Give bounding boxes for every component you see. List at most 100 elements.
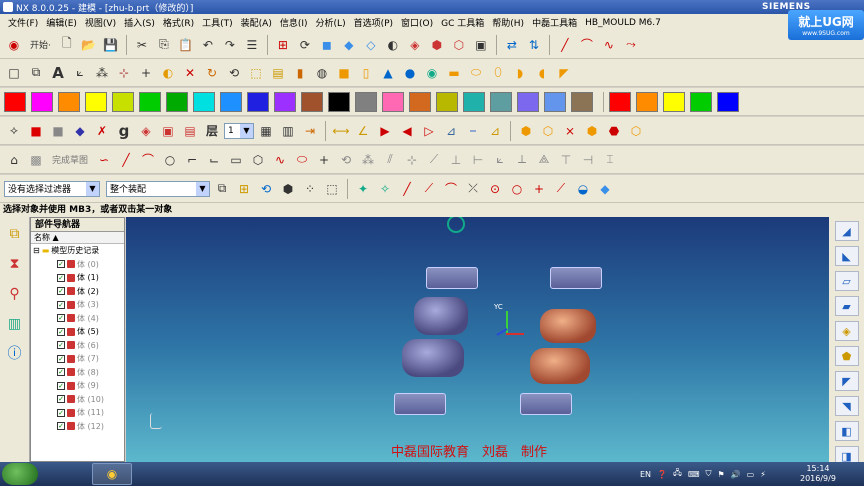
color-swatch[interactable] [409,91,431,112]
redo-icon[interactable]: ↷ [220,35,240,55]
menu-preferences[interactable]: 首选项(P) [350,16,397,29]
menu-zhonglei-toolkit[interactable]: 中磊工具箱 [528,16,581,29]
color-swatch[interactable] [247,91,269,112]
sphere-icon[interactable]: ● [400,63,420,83]
assembly-navigator-icon[interactable]: ⧉ [4,223,26,245]
wcs-dynamic-icon[interactable]: ⇅ [524,35,544,55]
menu-tools[interactable]: 工具(T) [198,16,237,29]
feature-checkbox[interactable]: ✓ [57,273,65,282]
color-swatch[interactable] [544,91,566,112]
feature-node[interactable]: ✓ 体 (7) [31,352,124,366]
dimension-icon[interactable]: ⊤ [556,150,576,170]
boss-icon[interactable]: ▬ [444,63,464,83]
face-analysis-icon[interactable]: ◈ [405,35,425,55]
chamfer-icon[interactable]: ◤ [554,63,574,83]
mirror-icon[interactable]: ▤ [268,63,288,83]
sketch-pattern-icon[interactable]: ▩ [26,150,46,170]
flag-icon[interactable]: ⚑ [717,470,724,479]
power-icon[interactable]: ⚡ [760,470,766,479]
feature-node[interactable]: ✓ 体 (0) [31,258,124,272]
bounded-grid-icon[interactable]: ◆ [595,179,615,199]
security-icon[interactable]: ⛉ [705,469,711,479]
keyboard-icon[interactable]: ⌨ [688,470,700,479]
feature-node[interactable]: ✓ 体 (4) [31,312,124,326]
selection-scope-select[interactable]: 整个装配 ▼ [106,180,210,197]
point-set-icon[interactable]: ⁂ [92,63,112,83]
mate-icon[interactable]: ⬣ [604,121,624,141]
menu-assemblies[interactable]: 装配(A) [237,16,276,29]
paste-icon[interactable]: 📋 [176,35,196,55]
sketch-line-icon[interactable]: ╱ [116,150,136,170]
circle-icon[interactable]: ○ [160,150,180,170]
feature-checkbox[interactable]: ✓ [57,354,65,363]
select-rect-icon[interactable]: □ [4,63,24,83]
pocket-icon[interactable]: ⬭ [466,63,486,83]
menu-file[interactable]: 文件(F) [4,16,42,29]
class-select-icon[interactable]: ⧉ [26,63,46,83]
control-point-icon[interactable]: ⌒ [441,179,461,199]
menu-information[interactable]: 信息(I) [276,16,312,29]
color-swatch[interactable] [636,91,658,112]
menu-gc-toolkit[interactable]: GC 工具箱 [437,16,488,29]
subtract-icon[interactable]: ▣ [158,121,178,141]
color-swatch[interactable] [139,91,161,112]
sketch-point-icon[interactable]: + [314,150,334,170]
hole-icon[interactable]: ◉ [422,63,442,83]
red-block-icon[interactable]: ■ [26,121,46,141]
auto-constraint-icon[interactable]: ⟁ [534,150,554,170]
color-swatch[interactable] [571,91,593,112]
group-icon[interactable]: g [114,121,134,141]
sketch-chamfer-icon[interactable]: ⌙ [204,150,224,170]
fillet-icon[interactable]: ⌐ [182,150,202,170]
make-corner-icon[interactable]: ⟀ [490,150,510,170]
polygon-icon[interactable]: ⬡ [248,150,268,170]
language-indicator[interactable]: EN [640,470,651,479]
undo-icon[interactable]: ↶ [198,35,218,55]
background-icon[interactable]: ▣ [471,35,491,55]
car-shell-part[interactable] [540,309,596,343]
color-swatch[interactable] [85,91,107,112]
curve-analysis-icon[interactable]: ▶ [375,121,395,141]
car-shell-part[interactable] [414,297,468,335]
delete-icon[interactable]: ✕ [180,63,200,83]
mirror-curve-icon[interactable]: ⫽ [380,150,400,170]
bounded-plane-icon[interactable]: ⬟ [834,346,859,366]
feature-node[interactable]: ✓ 体 (1) [31,271,124,285]
color-swatch[interactable] [382,91,404,112]
feature-checkbox[interactable]: ✓ [57,395,65,404]
surface-through-curves-icon[interactable]: ◢ [834,221,859,241]
mold-plate-part[interactable] [550,267,602,289]
model-history-node[interactable]: ⊟ ▬ 模型历史记录 [31,244,124,258]
wireframe-icon[interactable]: ◇ [361,35,381,55]
color-swatch[interactable] [4,91,26,112]
face-curvature-icon[interactable]: ◀ [397,121,417,141]
move-object-icon[interactable]: ⟲ [224,63,244,83]
feature-node[interactable]: ✓ 体 (2) [31,285,124,299]
transform-icon[interactable]: ↻ [202,63,222,83]
color-swatch[interactable] [490,91,512,112]
unite-icon[interactable]: ◈ [136,121,156,141]
graphics-window[interactable]: YC 中磊国际教育 刘磊 制作 [126,217,829,462]
mold-plate-part[interactable] [394,393,446,415]
selection-mode-icon[interactable]: ⬚ [322,179,342,199]
feature-checkbox[interactable]: ✓ [57,341,65,350]
new-file-icon[interactable]: 🗋 [57,35,77,55]
color-swatch[interactable] [220,91,242,112]
rotate-view-icon[interactable]: ⟳ [295,35,315,55]
color-swatch[interactable] [31,91,53,112]
feature-node[interactable]: ✓ 体 (6) [31,339,124,353]
nx-start-icon[interactable]: ◉ [4,35,24,55]
feature-node[interactable]: ✓ 体 (5) [31,325,124,339]
command-list-icon[interactable]: ☰ [242,35,262,55]
feature-node[interactable]: ✓ 体 (11) [31,406,124,420]
color-swatch[interactable] [609,91,631,112]
start-menu-button[interactable]: 开始· [26,35,55,55]
quick-extend-icon[interactable]: ⊢ [468,150,488,170]
reflection-icon[interactable]: ▷ [419,121,439,141]
snap-point-on-icon[interactable]: ✧ [375,179,395,199]
color-swatch[interactable] [112,91,134,112]
existing-point-icon[interactable]: + [529,179,549,199]
feature-checkbox[interactable]: ✓ [57,368,65,377]
ruled-surface-icon[interactable]: ▱ [834,271,859,291]
spline-icon[interactable]: ∿ [599,35,619,55]
